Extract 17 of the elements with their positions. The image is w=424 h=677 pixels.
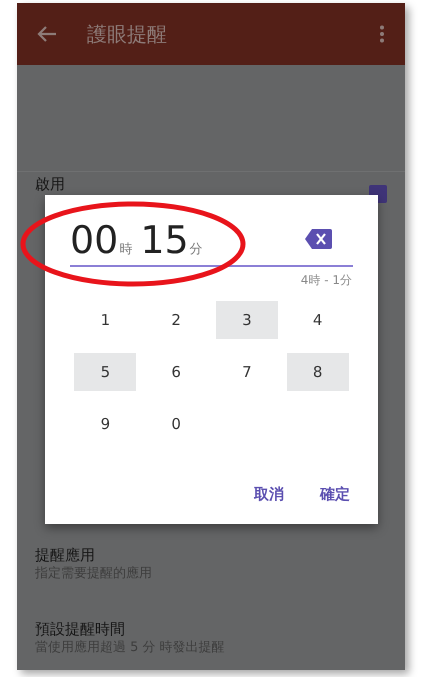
digit-key[interactable]: 5 — [74, 353, 136, 391]
digit-key[interactable]: 8 — [286, 353, 349, 391]
hours-unit: 時 — [119, 240, 132, 258]
confirm-button[interactable]: 確定 — [314, 479, 356, 510]
minutes-unit: 分 — [190, 240, 203, 258]
back-icon[interactable] — [37, 25, 57, 43]
time-range-hint: 4時 - 1分 — [300, 272, 352, 289]
backspace-icon[interactable] — [305, 229, 332, 249]
app-title: 護眼提醒 — [87, 21, 167, 48]
minutes-value[interactable]: 15 — [140, 221, 189, 259]
cancel-button[interactable]: 取消 — [248, 479, 290, 510]
hours-value[interactable]: 00 — [70, 221, 118, 259]
setting-title: 啟用 — [35, 175, 65, 193]
setting-title: 提醒應用 — [35, 546, 96, 564]
setting-title: 預設提醒時間 — [35, 620, 126, 638]
more-menu-icon[interactable] — [379, 25, 385, 43]
digit-key[interactable]: 3 — [216, 301, 278, 339]
